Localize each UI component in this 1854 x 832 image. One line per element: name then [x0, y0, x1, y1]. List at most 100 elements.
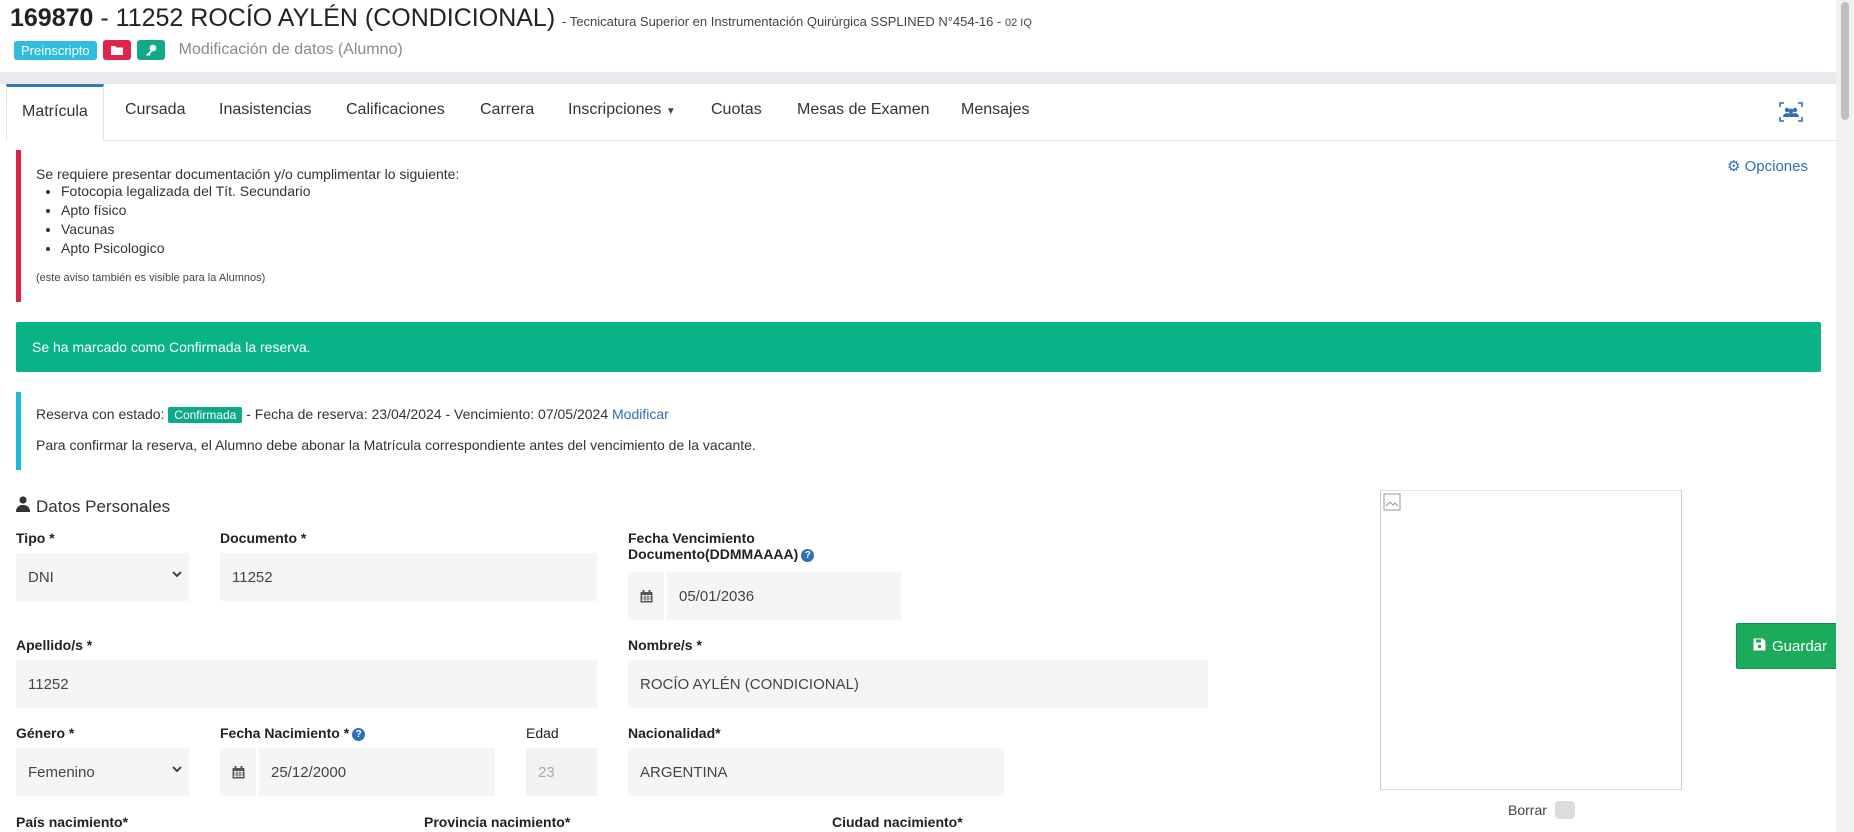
- caret-down-icon: ▼: [665, 106, 676, 117]
- nacimiento-value: 25/12/2000: [271, 763, 347, 781]
- key-icon[interactable]: [136, 40, 165, 60]
- scrollbar[interactable]: [1836, 0, 1854, 832]
- vencimiento-input[interactable]: 05/01/2036: [667, 572, 901, 620]
- reservation-info: Para confirmar la reserva, el Alumno deb…: [36, 437, 756, 453]
- reservation-status-line: Reserva con estado: Confirmada - Fecha d…: [36, 406, 669, 423]
- list-item: Apto Psicologico: [61, 239, 311, 258]
- success-alert: Se ha marcado como Confirmada la reserva…: [16, 322, 1821, 372]
- chevron-down-icon: [171, 567, 183, 584]
- list-item: Vacunas: [61, 220, 311, 239]
- options-link[interactable]: ⚙ Opciones: [1727, 157, 1808, 175]
- save-label: Guardar: [1771, 637, 1828, 655]
- documento-input[interactable]: 11252: [220, 553, 597, 601]
- requirements-note: (este aviso también es visible para la A…: [36, 272, 266, 284]
- personal-data-heading: Datos Personales: [16, 496, 170, 517]
- help-icon[interactable]: ?: [352, 727, 366, 741]
- reservation-prefix: Reserva con estado:: [36, 406, 165, 422]
- nacionalidad-value: ARGENTINA: [640, 763, 728, 781]
- modification-label: Modificación de datos (Alumno): [178, 41, 403, 58]
- group-code: 02 IQ: [1004, 17, 1032, 29]
- section-title-text: Datos Personales: [36, 496, 171, 516]
- student-name: 11252 ROCÍO AYLÉN (CONDICIONAL): [115, 4, 556, 32]
- tab-mesas-de-examen[interactable]: Mesas de Examen: [797, 84, 930, 140]
- genero-label: Género *: [16, 725, 75, 741]
- save-button[interactable]: Guardar: [1736, 623, 1844, 669]
- tipo-select[interactable]: DNI: [16, 553, 189, 601]
- tab-bar: Matrícula Cursada Inasistencias Califica…: [6, 84, 1836, 141]
- tab-cursada[interactable]: Cursada: [125, 84, 185, 140]
- status-badge: Preinscripto: [14, 40, 97, 60]
- vencimiento-value: 05/01/2036: [679, 587, 755, 605]
- delete-photo-label: Borrar: [1508, 802, 1547, 818]
- vencimiento-label-text: Documento(DDMMAAAA): [628, 546, 799, 562]
- edad-field: 23: [526, 748, 597, 796]
- chevron-down-icon: [171, 762, 183, 779]
- tab-inscripciones[interactable]: Inscripciones ▼: [568, 84, 676, 140]
- requirements-intro: Se requiere presentar documentación y/o …: [36, 166, 460, 182]
- nacimiento-label: Fecha Nacimiento *?: [220, 725, 366, 741]
- pais-label: País nacimiento*: [16, 814, 129, 830]
- vencimiento-label-line1: Fecha Vencimiento: [628, 530, 755, 546]
- nacimiento-label-text: Fecha Nacimiento *: [220, 725, 350, 741]
- photo-frame[interactable]: [1380, 490, 1682, 790]
- edad-value: 23: [538, 763, 555, 781]
- success-message: Se ha marcado como Confirmada la reserva…: [32, 339, 311, 355]
- nacionalidad-input[interactable]: ARGENTINA: [628, 748, 1004, 796]
- page-header: 169870 - 11252 ROCÍO AYLÉN (CONDICIONAL)…: [0, 0, 1854, 72]
- modify-link[interactable]: Modificar: [612, 406, 669, 422]
- documento-label: Documento *: [220, 530, 307, 546]
- student-id: 169870: [10, 4, 94, 32]
- reservation-alert: Reserva con estado: Confirmada - Fecha d…: [16, 392, 1826, 470]
- apellido-label: Apellido/s *: [16, 637, 93, 653]
- apellido-input[interactable]: 11252: [16, 660, 597, 708]
- career-name: - Tecnicatura Superior en Instrumentació…: [562, 14, 1032, 29]
- calendar-icon[interactable]: [628, 572, 664, 620]
- tab-inasistencias[interactable]: Inasistencias: [219, 84, 312, 140]
- group-users-icon[interactable]: [1779, 102, 1803, 127]
- requirements-alert: Se requiere presentar documentación y/o …: [16, 150, 1821, 302]
- user-icon: [16, 496, 30, 517]
- tab-matricula[interactable]: Matrícula: [6, 84, 104, 141]
- career-text: - Tecnicatura Superior en Instrumentació…: [562, 14, 1002, 29]
- tab-calificaciones[interactable]: Calificaciones: [346, 84, 445, 140]
- help-icon[interactable]: ?: [801, 548, 815, 562]
- nombre-input[interactable]: ROCÍO AYLÉN (CONDICIONAL): [628, 660, 1208, 708]
- vencimiento-label-line2: Documento(DDMMAAAA)?: [628, 546, 815, 562]
- title-separator: -: [100, 4, 109, 32]
- header-badges: Preinscripto Modificación de datos (Alum…: [14, 40, 403, 60]
- scrollbar-thumb[interactable]: [1841, 2, 1849, 120]
- gear-icon: ⚙: [1727, 158, 1741, 175]
- broken-image-icon: [1383, 493, 1401, 516]
- delete-photo-control: Borrar: [1508, 801, 1575, 819]
- options-label: Opciones: [1744, 158, 1808, 175]
- tab-inscripciones-label: Inscripciones: [568, 101, 662, 118]
- provincia-label: Provincia nacimiento*: [424, 814, 571, 830]
- nombre-value: ROCÍO AYLÉN (CONDICIONAL): [640, 675, 859, 693]
- nacionalidad-label: Nacionalidad*: [628, 725, 721, 741]
- delete-photo-checkbox[interactable]: [1554, 801, 1575, 819]
- ciudad-label: Ciudad nacimiento*: [832, 814, 963, 830]
- nacimiento-input[interactable]: 25/12/2000: [259, 748, 495, 796]
- tipo-label: Tipo *: [16, 530, 55, 546]
- genero-value: Femenino: [28, 763, 95, 781]
- nombre-label: Nombre/s *: [628, 637, 702, 653]
- tipo-value: DNI: [28, 568, 54, 586]
- calendar-icon[interactable]: [220, 748, 256, 796]
- list-item: Fotocopia legalizada del Tít. Secundario: [61, 182, 311, 201]
- tab-cuotas[interactable]: Cuotas: [711, 84, 762, 140]
- reservation-details: - Fecha de reserva: 23/04/2024 - Vencimi…: [246, 406, 609, 422]
- documento-value: 11252: [232, 568, 273, 586]
- header-divider: [0, 72, 1854, 84]
- save-icon: [1753, 638, 1766, 655]
- tab-mensajes[interactable]: Mensajes: [961, 84, 1029, 140]
- vencimiento-label: Fecha Vencimiento Documento(DDMMAAAA)?: [628, 530, 815, 562]
- tab-carrera[interactable]: Carrera: [480, 84, 534, 140]
- apellido-value: 11252: [28, 675, 69, 693]
- genero-select[interactable]: Femenino: [16, 748, 189, 796]
- edad-label: Edad: [526, 725, 559, 741]
- reservation-status-badge: Confirmada: [168, 407, 243, 423]
- list-item: Apto físico: [61, 201, 311, 220]
- requirements-list: Fotocopia legalizada del Tít. Secundario…: [41, 182, 311, 258]
- folder-icon[interactable]: [102, 40, 131, 60]
- page-title: 169870 - 11252 ROCÍO AYLÉN (CONDICIONAL)…: [10, 4, 1032, 33]
